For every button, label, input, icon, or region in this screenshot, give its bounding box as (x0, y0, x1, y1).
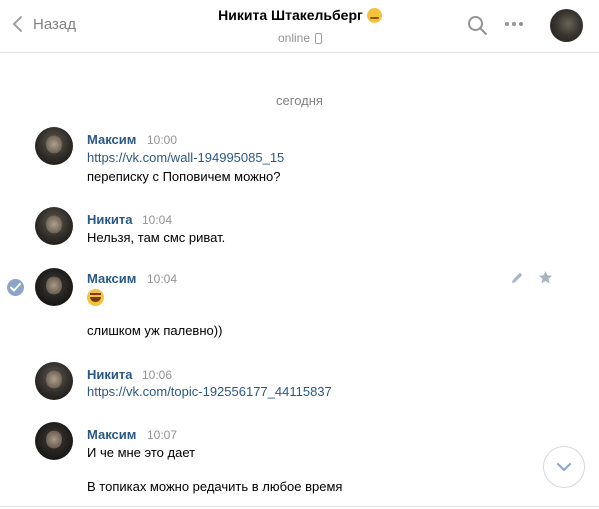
message-time: 10:04 (142, 213, 173, 227)
star-icon (539, 271, 552, 284)
chat-title-block[interactable]: Никита Штакельберг online (150, 7, 450, 47)
avatar[interactable] (35, 127, 73, 165)
avatar[interactable] (35, 268, 73, 306)
message-author[interactable]: Никита (87, 212, 132, 227)
message-author[interactable]: Никита (87, 367, 132, 382)
back-button[interactable]: Назад (12, 13, 76, 35)
chat-title-text: Никита Штакельберг (218, 7, 363, 23)
message-time: 10:00 (147, 133, 178, 147)
message-text: В топиках можно редачить в любое время (87, 479, 343, 494)
status-text: online (277, 31, 311, 45)
search-icon (468, 16, 487, 35)
message-text: переписку с Поповичем можно? (87, 169, 281, 184)
emoji-icon (366, 7, 382, 23)
search-button[interactable] (467, 15, 488, 41)
divider (0, 506, 599, 507)
more-dots-icon[interactable] (505, 22, 523, 26)
message-author[interactable]: Максим (87, 271, 136, 286)
date-separator: сегодня (276, 93, 323, 108)
check-circle-icon[interactable] (7, 279, 24, 296)
avatar[interactable] (35, 422, 73, 460)
online-status: online (277, 31, 323, 45)
avatar[interactable] (35, 207, 73, 245)
pencil-icon (512, 272, 523, 283)
back-label: Назад (33, 15, 76, 33)
chat-title: Никита Штакельберг (218, 7, 382, 23)
scroll-down-button[interactable] (543, 446, 585, 488)
message-text: Нельзя, там смс риват. (87, 230, 226, 245)
chat-header: Назад Никита Штакельберг online (0, 0, 599, 53)
edit-button[interactable] (510, 271, 524, 290)
message-time: 10:07 (147, 428, 178, 442)
chevron-down-icon (557, 463, 571, 471)
message-link[interactable]: https://vk.com/wall-194995085_15 (87, 150, 284, 165)
message-time: 10:04 (147, 272, 178, 286)
message-link[interactable]: https://vk.com/topic-192556177_44115837 (87, 384, 332, 399)
message-text: И че мне это дает (87, 445, 196, 460)
chat-avatar[interactable] (550, 9, 583, 42)
message-text: слишком уж палевно)) (87, 323, 223, 338)
message-author[interactable]: Максим (87, 427, 136, 442)
message-time: 10:06 (142, 368, 173, 382)
laughing-emoji-icon (87, 289, 104, 306)
favorite-button[interactable] (538, 270, 553, 290)
avatar[interactable] (35, 362, 73, 400)
message-author[interactable]: Максим (87, 132, 136, 147)
mobile-phone-icon (315, 32, 323, 44)
chevron-left-icon (13, 16, 22, 32)
